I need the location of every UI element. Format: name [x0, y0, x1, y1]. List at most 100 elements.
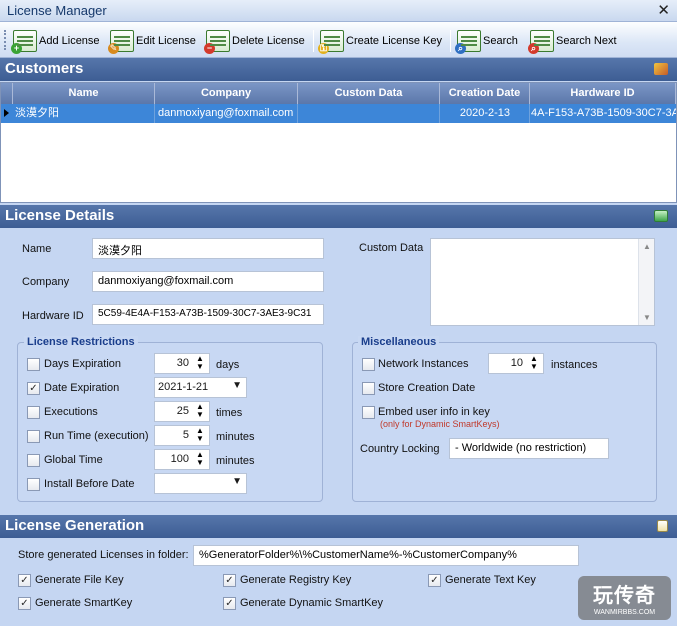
- column-header-name[interactable]: Name: [13, 83, 155, 104]
- generate-dynamic-smartkey-checkbox[interactable]: ✓: [223, 597, 236, 610]
- generate-file-key-label: Generate File Key: [35, 574, 124, 586]
- search-next-label: Search Next: [556, 35, 617, 47]
- network-instances-spinner[interactable]: 10 ▲ ▼: [488, 353, 544, 374]
- license-restrictions-title: License Restrictions: [24, 336, 138, 348]
- add-license-icon: +: [11, 30, 37, 54]
- license-generation-header: License Generation: [0, 515, 677, 538]
- spinner-arrows-icon[interactable]: ▲ ▼: [528, 355, 540, 372]
- search-next-icon: ⌕: [528, 30, 554, 54]
- network-instances-label: Network Instances: [378, 358, 469, 370]
- generate-text-key-checkbox[interactable]: ✓: [428, 574, 441, 587]
- country-locking-label: Country Locking: [360, 443, 440, 455]
- column-header-creation-date[interactable]: Creation Date: [440, 83, 530, 104]
- customers-grid[interactable]: Name Company Custom Data Creation Date H…: [0, 82, 677, 203]
- delete-license-button[interactable]: − Delete License: [204, 28, 305, 54]
- search-label: Search: [483, 35, 518, 47]
- generate-smartkey-checkbox[interactable]: ✓: [18, 597, 31, 610]
- generate-file-key-checkbox[interactable]: ✓: [18, 574, 31, 587]
- folder-label: Store generated Licenses in folder:: [18, 549, 189, 561]
- table-row[interactable]: 淡漠夕阳 danmoxiyang@foxmail.com 2020-2-13 4…: [1, 104, 676, 123]
- spinner-arrows-icon[interactable]: ▲ ▼: [194, 355, 206, 372]
- spinner-arrows-icon[interactable]: ▲ ▼: [194, 427, 206, 444]
- chevron-down-icon[interactable]: ▼: [232, 380, 242, 391]
- install-before-picker[interactable]: ▼: [154, 473, 247, 494]
- generate-text-key-label: Generate Text Key: [445, 574, 536, 586]
- cell-custom-data: [298, 104, 440, 123]
- date-expiration-label: Date Expiration: [44, 382, 120, 394]
- global-time-unit: minutes: [216, 455, 255, 467]
- embed-user-info-checkbox[interactable]: [362, 406, 375, 419]
- chevron-down-icon[interactable]: ▼: [232, 476, 242, 487]
- spinner-arrows-icon[interactable]: ▲ ▼: [194, 403, 206, 420]
- hardware-id-field[interactable]: 5C59-4E4A-F153-A73B-1509-30C7-3AE3-9C31: [92, 304, 324, 325]
- toolbar-grip[interactable]: [4, 30, 7, 50]
- generate-registry-key-checkbox[interactable]: ✓: [223, 574, 236, 587]
- toolbar: + Add License ✎ Edit License − Delete Li…: [0, 22, 677, 58]
- executions-spinner[interactable]: 25 ▲ ▼: [154, 401, 210, 422]
- date-expiration-picker[interactable]: 2021-1-21 ▼: [154, 377, 247, 398]
- store-creation-date-checkbox[interactable]: [362, 382, 375, 395]
- close-icon[interactable]: ✕: [657, 1, 670, 19]
- name-field[interactable]: 淡漠夕阳: [92, 238, 324, 259]
- license-restrictions-group: License Restrictions Days Expiration 30 …: [17, 336, 323, 502]
- scroll-up-icon[interactable]: ▲: [643, 242, 651, 251]
- folder-field[interactable]: %GeneratorFolder%\%CustomerName%-%Custom…: [193, 545, 579, 566]
- add-license-label: Add License: [39, 35, 100, 47]
- run-time-checkbox[interactable]: [27, 430, 40, 443]
- custom-data-field[interactable]: ▲ ▼: [430, 238, 655, 326]
- search-button[interactable]: ⌕ Search: [455, 28, 518, 54]
- global-time-checkbox[interactable]: [27, 454, 40, 467]
- license-details-header: License Details: [0, 205, 677, 228]
- cell-creation-date: 2020-2-13: [440, 104, 530, 123]
- run-time-spinner[interactable]: 5 ▲ ▼: [154, 425, 210, 446]
- column-header-hardware-id[interactable]: Hardware ID: [530, 83, 676, 104]
- days-expiration-spinner[interactable]: 30 ▲ ▼: [154, 353, 210, 374]
- search-next-button[interactable]: ⌕ Search Next: [528, 28, 617, 54]
- customers-header: Customers: [0, 58, 677, 81]
- column-header-custom-data[interactable]: Custom Data: [298, 83, 440, 104]
- scroll-down-icon[interactable]: ▼: [643, 313, 651, 322]
- custom-data-scrollbar[interactable]: ▲ ▼: [638, 239, 654, 325]
- days-expiration-label: Days Expiration: [44, 358, 122, 370]
- details-icon[interactable]: [654, 210, 668, 222]
- global-time-spinner[interactable]: 100 ▲ ▼: [154, 449, 210, 470]
- spinner-arrows-icon[interactable]: ▲ ▼: [194, 451, 206, 468]
- edit-license-label: Edit License: [136, 35, 196, 47]
- executions-value: 25: [176, 405, 189, 417]
- search-icon: ⌕: [455, 30, 481, 54]
- generate-dynamic-smartkey-label: Generate Dynamic SmartKey: [240, 597, 384, 609]
- watermark-url: WANMIRBBS.COM: [593, 609, 656, 616]
- license-details-panel: Name 淡漠夕阳 Company danmoxiyang@foxmail.co…: [0, 228, 677, 514]
- days-expiration-value: 30: [176, 357, 189, 369]
- country-locking-field[interactable]: - Worldwide (no restriction): [449, 438, 609, 459]
- install-before-checkbox[interactable]: [27, 478, 40, 491]
- date-expiration-checkbox[interactable]: ✓: [27, 382, 40, 395]
- days-expiration-checkbox[interactable]: [27, 358, 40, 371]
- executions-checkbox[interactable]: [27, 406, 40, 419]
- column-header-company[interactable]: Company: [155, 83, 298, 104]
- window-title: License Manager: [7, 3, 107, 18]
- company-label: Company: [22, 276, 70, 288]
- license-generation-panel: Store generated Licenses in folder: %Gen…: [0, 538, 677, 626]
- license-details-title: License Details: [5, 207, 115, 224]
- days-unit: days: [216, 359, 240, 371]
- generate-smartkey-label: Generate SmartKey: [35, 597, 133, 609]
- add-license-button[interactable]: + Add License: [11, 28, 100, 54]
- network-instances-checkbox[interactable]: [362, 358, 375, 371]
- document-icon[interactable]: [657, 520, 668, 532]
- license-generation-title: License Generation: [5, 517, 145, 534]
- generate-registry-key-label: Generate Registry Key: [240, 574, 352, 586]
- users-icon[interactable]: [654, 63, 668, 75]
- company-field[interactable]: danmoxiyang@foxmail.com: [92, 271, 324, 292]
- global-time-value: 100: [170, 453, 189, 465]
- edit-license-icon: ✎: [108, 30, 134, 54]
- watermark-brand: 玩传奇: [593, 585, 656, 607]
- cell-company: danmoxiyang@foxmail.com: [155, 104, 298, 123]
- edit-license-button[interactable]: ✎ Edit License: [108, 28, 196, 54]
- cell-hardware-id: 4A-F153-A73B-1509-30C7-3A: [531, 107, 676, 119]
- instances-unit: instances: [551, 359, 598, 371]
- create-license-key-button[interactable]: ⚿ Create License Key: [318, 28, 442, 54]
- miscellaneous-title: Miscellaneous: [358, 336, 440, 348]
- customers-title: Customers: [5, 60, 84, 77]
- toolbar-separator: [450, 30, 451, 52]
